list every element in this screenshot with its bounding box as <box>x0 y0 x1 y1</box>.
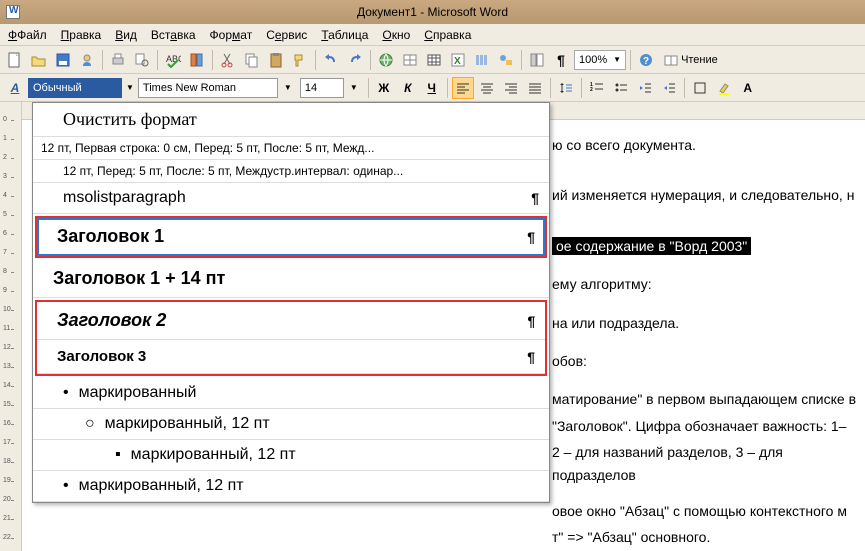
cut-button[interactable] <box>217 49 239 71</box>
font-combo[interactable]: Times New Roman <box>138 78 278 98</box>
style-item-bulleted[interactable]: •маркированный <box>33 378 549 409</box>
hyperlink-button[interactable] <box>375 49 397 71</box>
paragraph-icon: ¶ <box>527 313 535 329</box>
style-item-msolist[interactable]: msolistparagraph¶ <box>33 183 549 214</box>
disc-bullet-icon: • <box>63 477 69 495</box>
svg-text:?: ? <box>643 56 649 67</box>
titlebar: Документ1 - Microsoft Word <box>0 0 865 24</box>
format-toolbar: A Обычный ▼ Times New Roman ▼ 14 ▼ Ж К Ч… <box>0 74 865 102</box>
doc-line: ему алгоритму: <box>552 273 859 295</box>
style-item-heading-1[interactable]: Заголовок 1¶ <box>37 218 545 256</box>
doc-line: ю со всего документа. <box>552 134 859 156</box>
doc-line: ое содержание в "Ворд 2003" <box>552 235 859 257</box>
size-combo[interactable]: 14 <box>300 78 344 98</box>
standard-toolbar: ABC X ¶ 100%▼ ? Чтение <box>0 46 865 74</box>
zoom-combo[interactable]: 100%▼ <box>574 50 626 70</box>
research-button[interactable] <box>186 49 208 71</box>
align-center-button[interactable] <box>476 77 498 99</box>
doc-map-button[interactable] <box>526 49 548 71</box>
menu-table[interactable]: Таблица <box>321 28 368 42</box>
clear-format-item[interactable]: Очистить формат <box>33 103 549 137</box>
insert-table-button[interactable] <box>423 49 445 71</box>
menu-tools[interactable]: Сервис <box>266 28 307 42</box>
style-item-bulleted-12c[interactable]: •маркированный, 12 пт <box>33 471 549 502</box>
excel-button[interactable]: X <box>447 49 469 71</box>
menu-insert[interactable]: Вставка <box>151 28 196 42</box>
style-combo[interactable]: Обычный <box>28 78 122 98</box>
reading-mode-button[interactable]: Чтение <box>659 49 723 71</box>
style-item-heading-3[interactable]: Заголовок 3¶ <box>37 340 545 374</box>
paragraph-icon: ¶ <box>527 349 535 365</box>
paragraph-icon: ¶ <box>531 190 539 206</box>
help-button[interactable]: ? <box>635 49 657 71</box>
menu-help[interactable]: Справка <box>424 28 471 42</box>
numbering-button[interactable]: 12 <box>586 77 608 99</box>
doc-line: т" => "Абзац" основного. <box>552 526 859 548</box>
doc-line: "Заголовок". Цифра обозначает важность: … <box>552 415 859 437</box>
menu-file[interactable]: ФФайл <box>8 28 47 42</box>
doc-line: обов: <box>552 350 859 372</box>
format-painter-button[interactable] <box>289 49 311 71</box>
style-item-heading-1-14[interactable]: Заголовок 1 + 14 пт <box>33 260 549 298</box>
circle-bullet-icon: ○ <box>85 415 95 433</box>
paragraph-icon: ¶ <box>527 229 535 245</box>
redo-button[interactable] <box>344 49 366 71</box>
doc-line: на или подраздела. <box>552 312 859 334</box>
styles-pane-button[interactable]: A <box>4 77 26 99</box>
highlight-button[interactable] <box>713 77 735 99</box>
increase-indent-button[interactable] <box>658 77 680 99</box>
decrease-indent-button[interactable] <box>634 77 656 99</box>
svg-text:X: X <box>454 56 461 67</box>
style-item-bulleted-12a[interactable]: ○маркированный, 12 пт <box>33 409 549 440</box>
menubar: ФФайл Правка Вид Вставка Формат Сервис Т… <box>0 24 865 46</box>
underline-button[interactable]: Ч <box>421 77 443 99</box>
align-right-button[interactable] <box>500 77 522 99</box>
menu-edit[interactable]: Правка <box>61 28 102 42</box>
open-button[interactable] <box>28 49 50 71</box>
line-spacing-button[interactable] <box>555 77 577 99</box>
spellcheck-button[interactable]: ABC <box>162 49 184 71</box>
align-left-button[interactable] <box>452 77 474 99</box>
copy-button[interactable] <box>241 49 263 71</box>
borders-button[interactable] <box>689 77 711 99</box>
doc-line: овое окно "Абзац" с помощью контекстного… <box>552 500 859 522</box>
style-item-heading-2[interactable]: Заголовок 2¶ <box>37 302 545 340</box>
doc-line: 2 – для названий разделов, 3 – для подра… <box>552 441 859 486</box>
window-title: Документ1 - Microsoft Word <box>357 5 508 19</box>
svg-text:ABC: ABC <box>166 54 181 64</box>
permission-button[interactable] <box>76 49 98 71</box>
bold-button[interactable]: Ж <box>373 77 395 99</box>
app-icon <box>6 5 20 19</box>
bullets-button[interactable] <box>610 77 632 99</box>
doc-line: ий изменяется нумерация, и следовательно… <box>552 184 859 206</box>
font-color-button[interactable]: A <box>737 77 759 99</box>
menu-window[interactable]: Окно <box>382 28 410 42</box>
doc-line: матирование" в первом выпадающем списке … <box>552 388 859 410</box>
undo-button[interactable] <box>320 49 342 71</box>
new-doc-button[interactable] <box>4 49 26 71</box>
print-button[interactable] <box>107 49 129 71</box>
menu-view[interactable]: Вид <box>115 28 137 42</box>
save-button[interactable] <box>52 49 74 71</box>
italic-button[interactable]: К <box>397 77 419 99</box>
disc-bullet-icon: • <box>63 384 69 402</box>
style-dropdown: Очистить формат 12 пт, Первая строка: 0 … <box>32 102 550 503</box>
print-preview-button[interactable] <box>131 49 153 71</box>
vertical-ruler: 012345678910111213141516171819202122 <box>0 102 22 551</box>
menu-format[interactable]: Формат <box>210 28 253 42</box>
tables-borders-button[interactable] <box>399 49 421 71</box>
style-item[interactable]: 12 пт, Перед: 5 пт, После: 5 пт, Междуст… <box>33 160 549 183</box>
style-item[interactable]: 12 пт, Первая строка: 0 см, Перед: 5 пт,… <box>33 137 549 160</box>
justify-button[interactable] <box>524 77 546 99</box>
show-hide-button[interactable]: ¶ <box>550 49 572 71</box>
columns-button[interactable] <box>471 49 493 71</box>
drawing-button[interactable] <box>495 49 517 71</box>
svg-text:2: 2 <box>590 87 593 93</box>
square-bullet-icon: ▪ <box>115 446 121 464</box>
paste-button[interactable] <box>265 49 287 71</box>
style-item-bulleted-12b[interactable]: ▪маркированный, 12 пт <box>33 440 549 471</box>
